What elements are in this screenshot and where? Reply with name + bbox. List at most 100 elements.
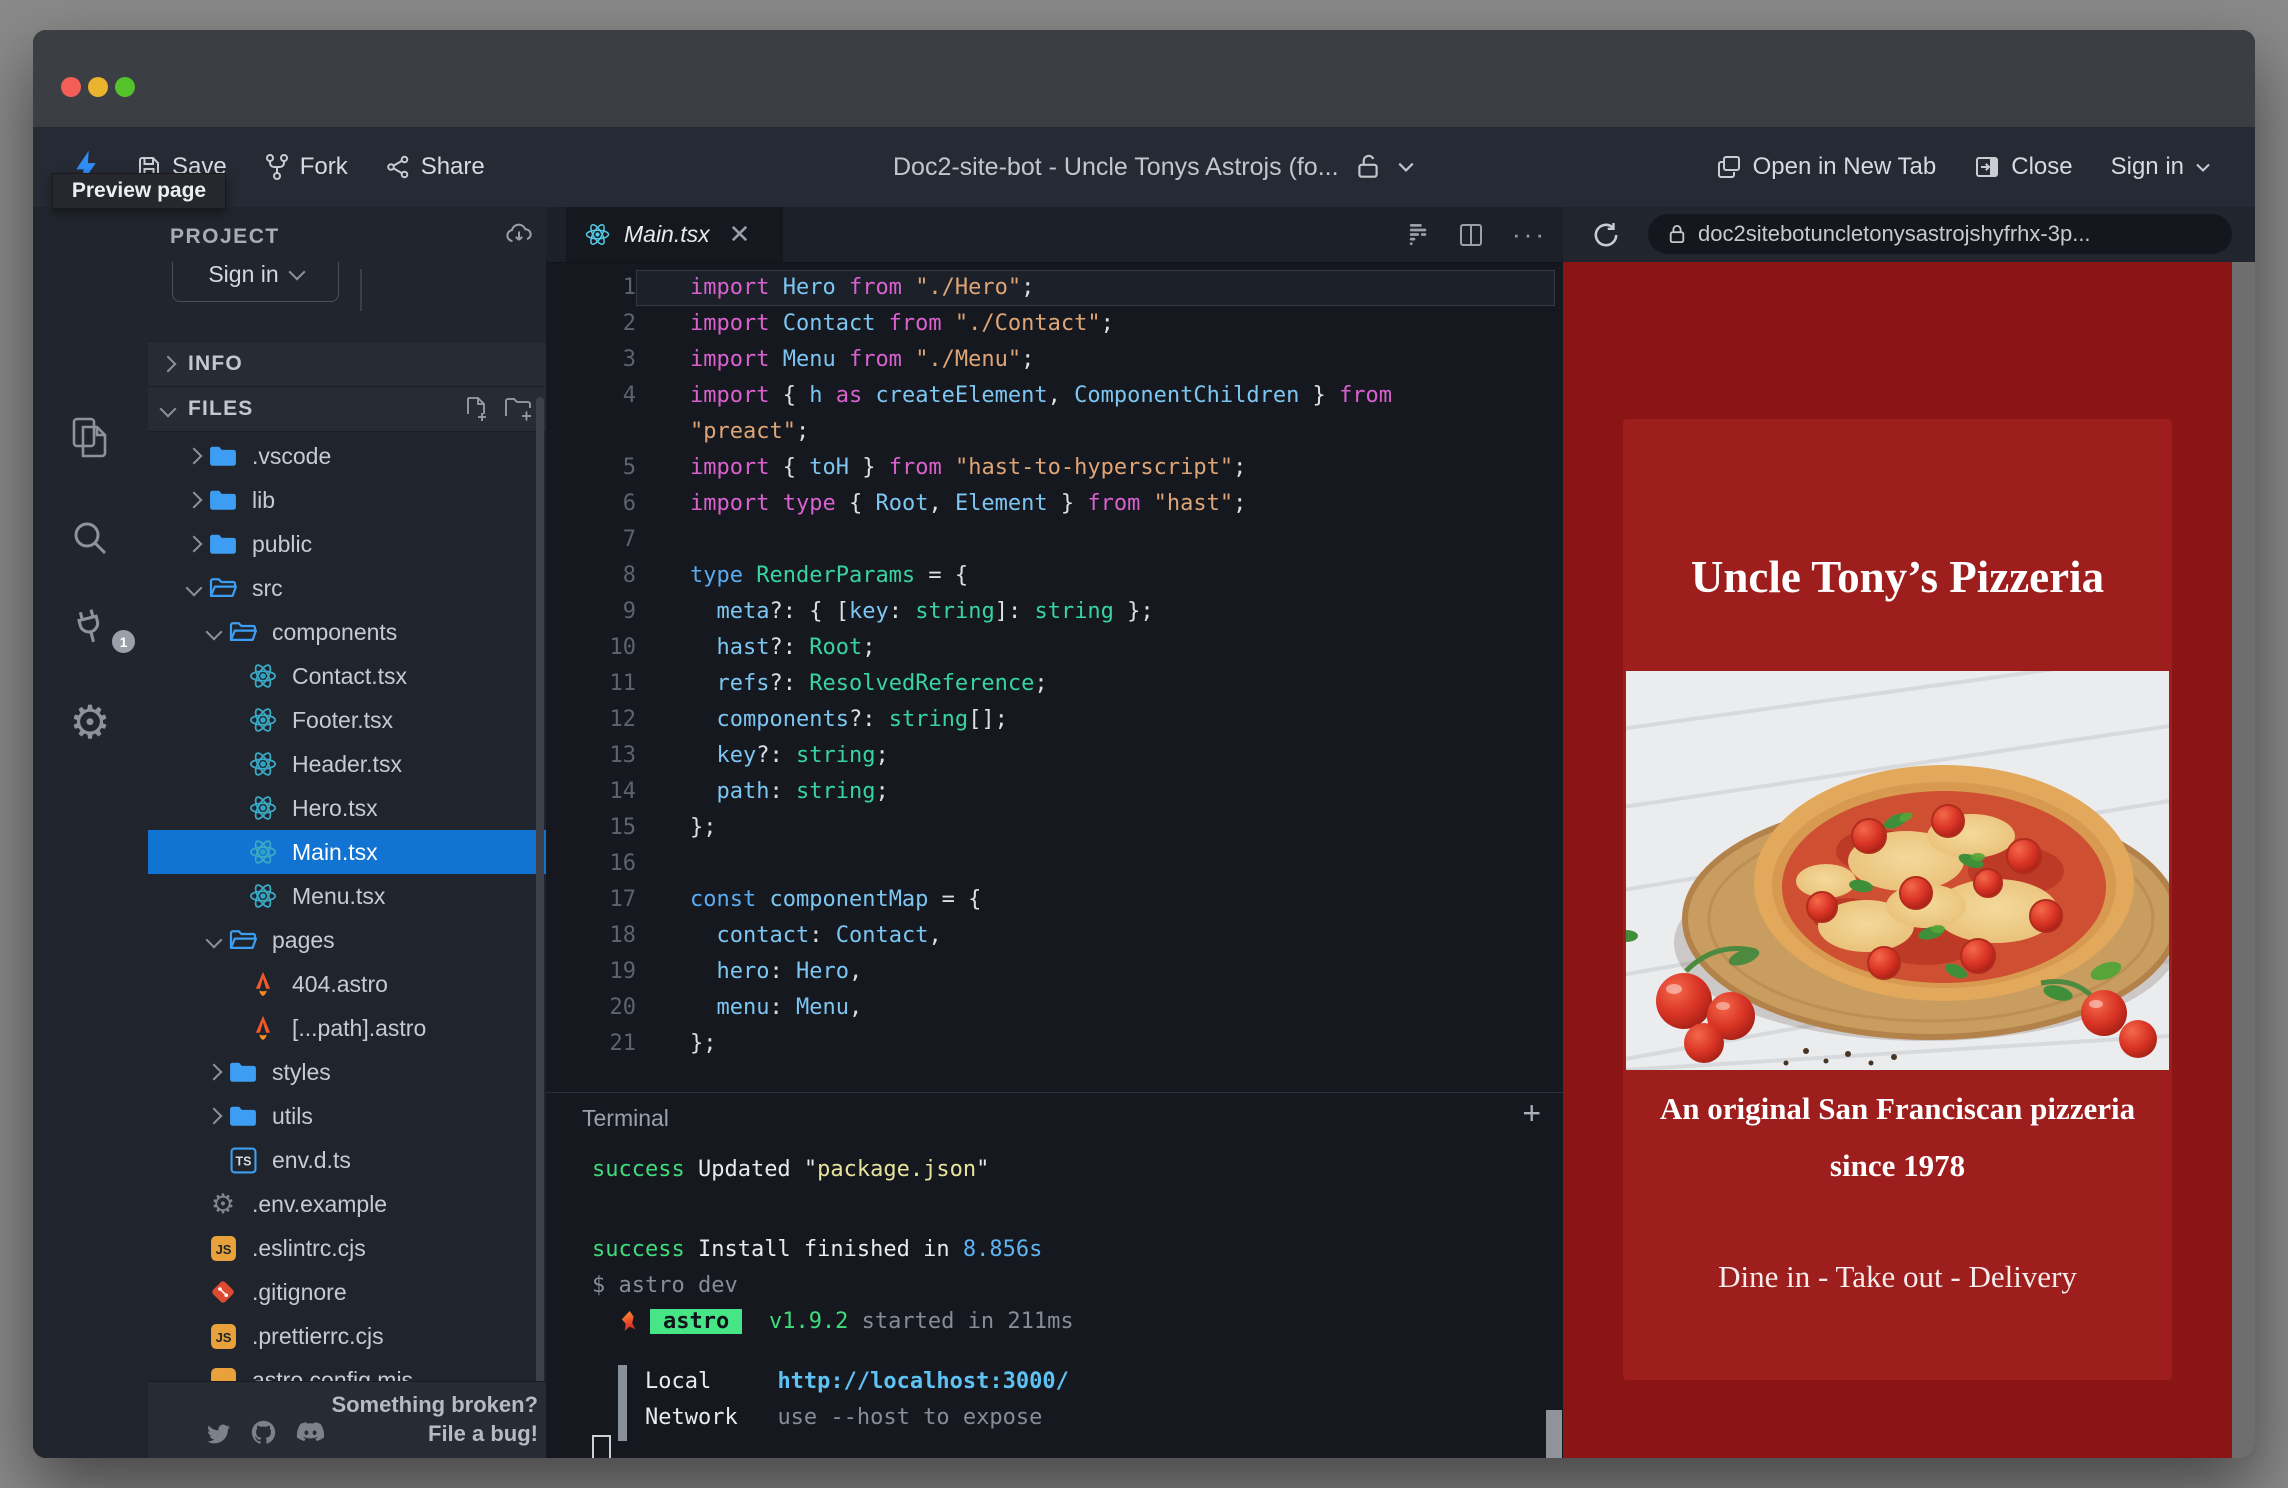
tree-item-label: components — [272, 619, 397, 646]
tree-item--prettierrc-cjs[interactable]: JS.prettierrc.cjs — [148, 1314, 546, 1358]
code-line[interactable]: 10 hast?: Root; — [546, 630, 1563, 666]
minimize-window-button[interactable] — [88, 77, 108, 97]
tree-item--env-example[interactable]: ⚙.env.example — [148, 1182, 546, 1226]
code-line[interactable]: 14 path: string; — [546, 774, 1563, 810]
folder-icon — [228, 1104, 258, 1128]
code-line[interactable]: 3import Menu from "./Menu"; — [546, 342, 1563, 378]
zoom-window-button[interactable] — [115, 77, 135, 97]
code-line[interactable]: 5import { toH } from "hast-to-hyperscrip… — [546, 450, 1563, 486]
ports-plug-icon[interactable] — [68, 605, 112, 651]
code-line[interactable]: 6import type { Root, Element } from "has… — [546, 486, 1563, 522]
sidebar-sign-in-button[interactable]: Sign in — [172, 262, 339, 302]
tree-item-header-tsx[interactable]: Header.tsx — [148, 742, 546, 786]
code-area[interactable]: 1import Hero from "./Hero";2import Conta… — [546, 270, 1563, 1062]
code-line[interactable]: 15}; — [546, 810, 1563, 846]
line-number: 2 — [546, 306, 636, 342]
code-line[interactable]: 7 — [546, 522, 1563, 558]
close-tab-icon[interactable]: ✕ — [729, 219, 751, 250]
github-icon[interactable] — [249, 1418, 278, 1447]
line-number: 9 — [546, 594, 636, 630]
javascript-icon: JS — [208, 1235, 238, 1262]
pizzeria-tagline: An original San Franciscan pizzeria — [1623, 1091, 2172, 1127]
code-line[interactable]: "preact"; — [546, 414, 1563, 450]
tree-item--gitignore[interactable]: .gitignore — [148, 1270, 546, 1314]
tree-item-src[interactable]: src — [148, 566, 546, 610]
close-window-button[interactable] — [61, 77, 81, 97]
more-actions-icon[interactable]: ··· — [1512, 219, 1547, 250]
tree-item--vscode[interactable]: .vscode — [148, 434, 546, 478]
split-editor-icon[interactable] — [1458, 222, 1484, 248]
refresh-icon[interactable] — [1591, 220, 1621, 250]
new-file-icon[interactable] — [464, 396, 488, 422]
code-line[interactable]: 17const componentMap = { — [546, 882, 1563, 918]
project-title-group[interactable]: Doc2-site-bot - Uncle Tonys Astrojs (fo.… — [893, 127, 1415, 207]
files-section-header[interactable]: FILES — [148, 386, 546, 432]
search-icon[interactable] — [69, 517, 111, 559]
info-section-header[interactable]: INFO — [148, 341, 546, 387]
files-panel-icon[interactable] — [69, 415, 111, 461]
terminal-scrollbar[interactable] — [1546, 1410, 1562, 1458]
tab-main-tsx[interactable]: Main.tsx ✕ — [566, 207, 783, 262]
code-line[interactable]: 4import { h as createElement, ComponentC… — [546, 378, 1563, 414]
tree-item--path-astro[interactable]: [...path].astro — [148, 1006, 546, 1050]
folder-icon — [228, 1060, 258, 1084]
code-line[interactable]: 12 components?: string[]; — [546, 702, 1563, 738]
open-in-new-tab-button[interactable]: Open in New Tab — [1716, 153, 1937, 181]
tree-item-public[interactable]: public — [148, 522, 546, 566]
tree-item-utils[interactable]: utils — [148, 1094, 546, 1138]
twitter-icon[interactable] — [204, 1419, 231, 1446]
code-line[interactable]: 2import Contact from "./Contact"; — [546, 306, 1563, 342]
line-number: 17 — [546, 882, 636, 918]
fork-button[interactable]: Fork — [265, 153, 348, 181]
tree-item-styles[interactable]: styles — [148, 1050, 546, 1094]
code-line[interactable]: 20 menu: Menu, — [546, 990, 1563, 1026]
pizzeria-services: Dine in - Take out - Delivery — [1623, 1259, 2172, 1295]
chevron-down-icon — [288, 264, 305, 281]
javascript-icon: JS — [208, 1323, 238, 1350]
typescript-icon: TS — [228, 1147, 258, 1174]
code-line[interactable]: 19 hero: Hero, — [546, 954, 1563, 990]
sidebar-signin-area: Sign in — [148, 262, 546, 318]
preview-url-bar[interactable]: doc2sitebotuncletonysastrojshyfrhx-3p... — [1648, 214, 2232, 254]
preview-webpage[interactable]: Uncle Tony’s Pizzeria — [1563, 262, 2232, 1458]
tree-item-components[interactable]: components — [148, 610, 546, 654]
sidebar-scrollbar[interactable] — [536, 397, 544, 1437]
code-line[interactable]: 16 — [546, 846, 1563, 882]
code-line[interactable]: 18 contact: Contact, — [546, 918, 1563, 954]
tree-item-lib[interactable]: lib — [148, 478, 546, 522]
tree-item-404-astro[interactable]: 404.astro — [148, 962, 546, 1006]
file-a-bug-text: Something broken? — [331, 1390, 538, 1419]
tree-item--eslintrc-cjs[interactable]: JS.eslintrc.cjs — [148, 1226, 546, 1270]
code-line[interactable]: 9 meta?: { [key: string]: string }; — [546, 594, 1563, 630]
new-terminal-icon[interactable]: + — [1522, 1095, 1541, 1132]
code-line[interactable]: 13 key?: string; — [546, 738, 1563, 774]
tree-item-main-tsx[interactable]: Main.tsx — [148, 830, 546, 874]
prettier-icon[interactable] — [1408, 222, 1430, 248]
close-project-button[interactable]: Close — [1974, 153, 2072, 181]
share-button[interactable]: Share — [386, 153, 485, 181]
tree-item-pages[interactable]: pages — [148, 918, 546, 962]
code-line[interactable]: 8type RenderParams = { — [546, 558, 1563, 594]
cloud-download-icon[interactable] — [504, 221, 534, 247]
sign-in-menu[interactable]: Sign in — [2111, 153, 2211, 181]
tree-item-hero-tsx[interactable]: Hero.tsx — [148, 786, 546, 830]
new-folder-icon[interactable] — [504, 396, 532, 422]
preview-scrollbar-gutter[interactable] — [2232, 262, 2255, 1458]
tree-item-astro-config-mjs[interactable]: astro.config.mjs — [148, 1358, 546, 1382]
divider — [360, 269, 362, 311]
line-number: 21 — [546, 1026, 636, 1062]
discord-icon[interactable] — [296, 1421, 325, 1444]
tree-item-menu-tsx[interactable]: Menu.tsx — [148, 874, 546, 918]
astro-icon — [248, 1013, 278, 1043]
file-a-bug-link[interactable]: File a bug! — [331, 1419, 538, 1448]
code-line[interactable]: 21}; — [546, 1026, 1563, 1062]
tree-item-env-d-ts[interactable]: TSenv.d.ts — [148, 1138, 546, 1182]
code-line[interactable]: 1import Hero from "./Hero"; — [546, 270, 1563, 306]
settings-gear-icon[interactable]: ⚙ — [69, 699, 110, 745]
line-number: 20 — [546, 990, 636, 1026]
code-line[interactable]: 11 refs?: ResolvedReference; — [546, 666, 1563, 702]
tree-item-footer-tsx[interactable]: Footer.tsx — [148, 698, 546, 742]
terminal-divider[interactable] — [546, 1092, 1563, 1093]
folder-icon — [208, 532, 238, 556]
tree-item-contact-tsx[interactable]: Contact.tsx — [148, 654, 546, 698]
